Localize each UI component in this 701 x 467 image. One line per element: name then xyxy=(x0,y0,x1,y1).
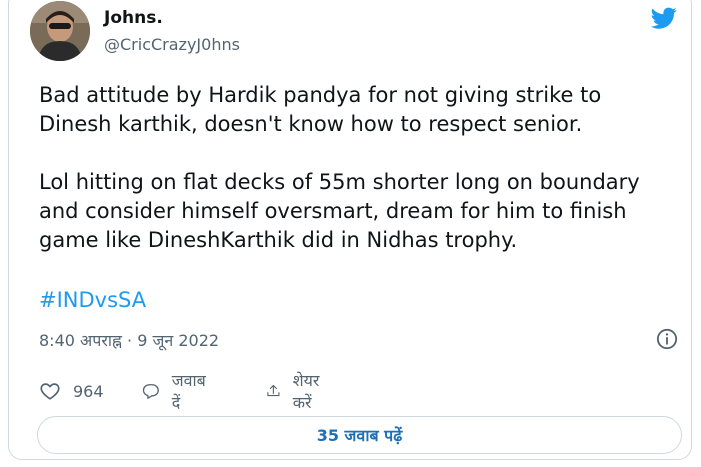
heart-icon xyxy=(40,383,60,400)
info-icon[interactable] xyxy=(656,328,678,350)
like-count: 964 xyxy=(73,381,104,401)
avatar[interactable] xyxy=(30,1,90,61)
reply-button[interactable]: जवाब दें xyxy=(142,371,210,412)
read-replies-button[interactable]: 35 जवाब पढ़ें xyxy=(37,416,682,454)
author-handle[interactable]: @CricCrazyJ0hns xyxy=(104,35,240,54)
tweet-line: Bad attitude by Hardik pandya for not gi… xyxy=(39,83,602,107)
like-button[interactable]: 964 xyxy=(39,377,104,405)
tweet-line: game like DineshKarthik did in Nidhas tr… xyxy=(39,228,518,252)
reply-icon xyxy=(142,384,159,399)
share-button[interactable]: शेयर करें xyxy=(266,371,327,412)
tweet-line: Lol hitting on flat decks of 55m shorter… xyxy=(39,170,640,194)
tweet-line: Dinesh karthik, doesn't know how to resp… xyxy=(39,112,583,136)
tweet-line: and consider himself oversmart, dream fo… xyxy=(39,199,627,223)
tweet-text: Bad attitude by Hardik pandya for not gi… xyxy=(39,81,689,255)
hashtag-link[interactable]: #INDvsSA xyxy=(39,288,146,312)
tweet-card: Johns. @CricCrazyJ0hns Bad attitude by H… xyxy=(8,0,692,460)
tweet-timestamp[interactable]: 8:40 अपराह्न · 9 जून 2022 xyxy=(39,329,219,351)
twitter-bird-icon[interactable] xyxy=(649,5,679,31)
reply-label: जवाब दें xyxy=(171,371,206,412)
share-icon xyxy=(267,384,280,397)
author-name[interactable]: Johns. xyxy=(104,8,163,28)
share-label: शेयर करें xyxy=(292,371,320,412)
